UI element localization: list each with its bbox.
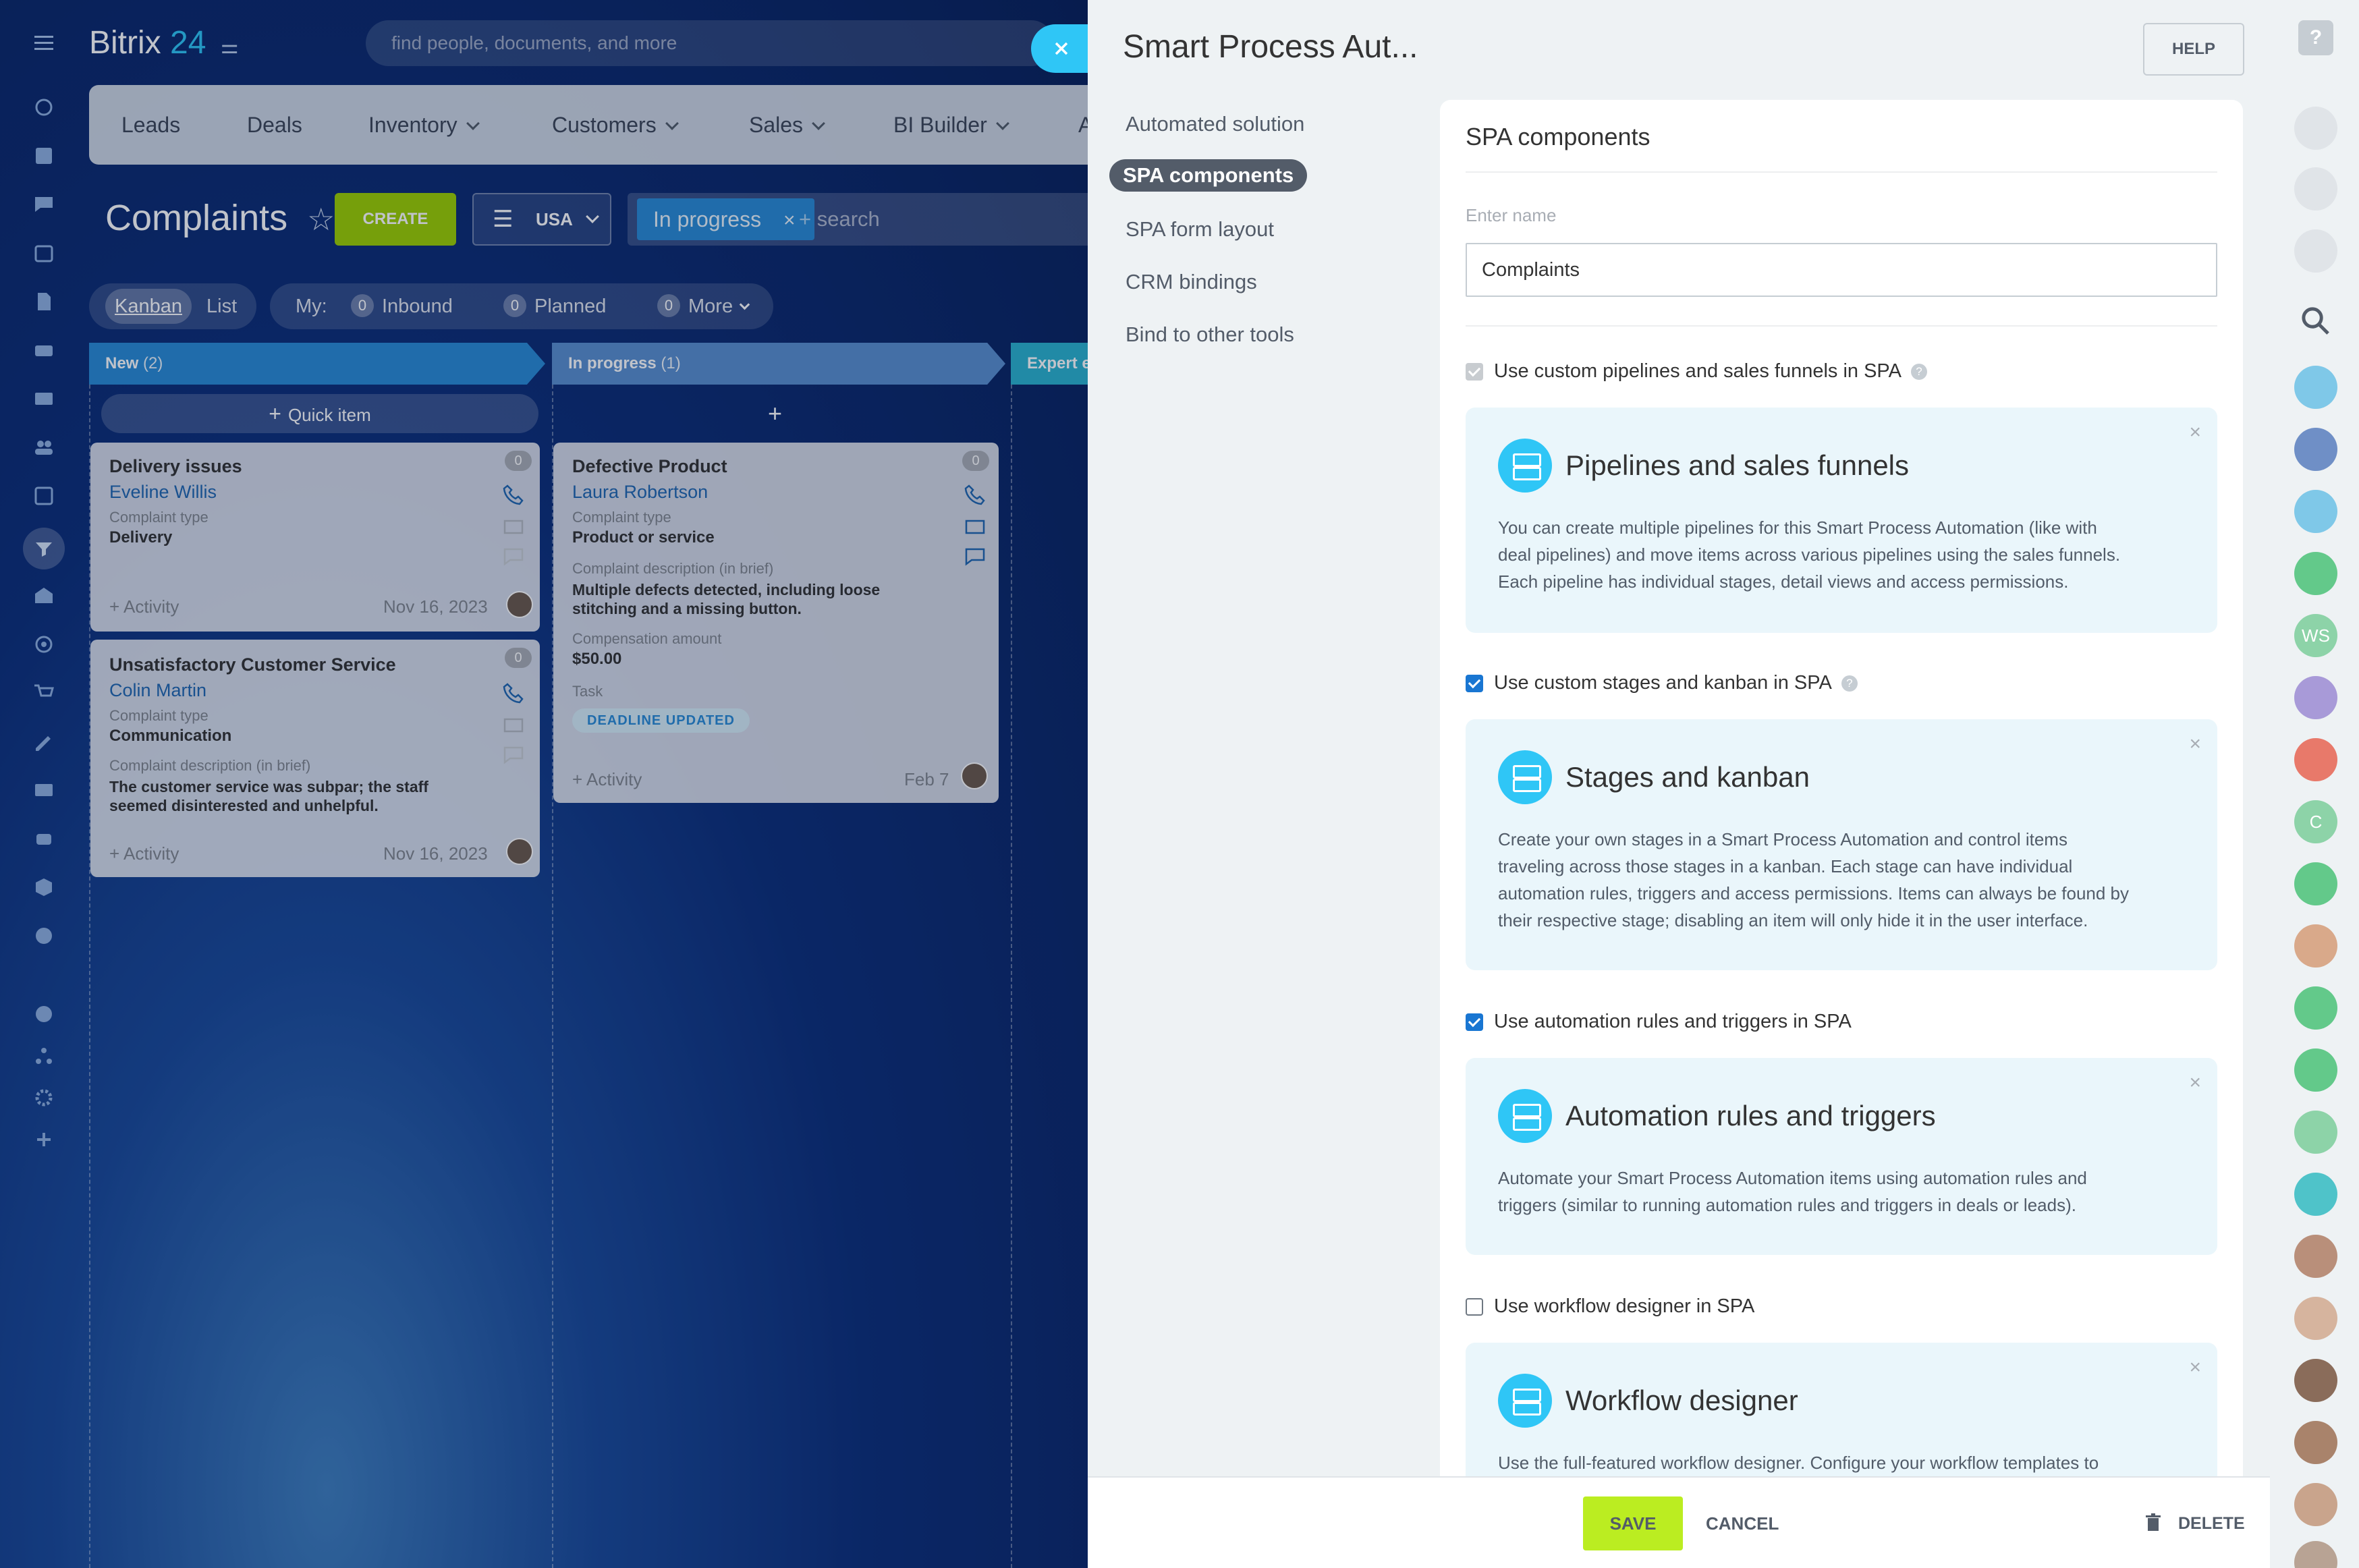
tasks-chat-icon[interactable] bbox=[2294, 1048, 2337, 1092]
menu-spa-form-layout[interactable]: SPA form layout bbox=[1126, 215, 1274, 244]
avatar[interactable] bbox=[2294, 1483, 2337, 1526]
pipelines-info-box: Pipelines and sales funnels × You can cr… bbox=[1466, 408, 2217, 633]
workflow-info-box: Workflow designer × Use the full-feature… bbox=[1466, 1343, 2217, 1476]
box-title: Stages and kanban bbox=[1565, 761, 1810, 793]
tasks-chat-icon[interactable] bbox=[2294, 366, 2337, 409]
avatar[interactable] bbox=[2294, 1541, 2337, 1568]
close-slider-button[interactable] bbox=[1031, 24, 1088, 73]
workflow-option-label: Use workflow designer in SPA bbox=[1494, 1295, 1755, 1317]
search-icon[interactable] bbox=[2297, 302, 2335, 340]
automation-info-box: Automation rules and triggers × Automate… bbox=[1466, 1058, 2217, 1255]
section-title: SPA components bbox=[1466, 123, 1650, 150]
automation-option-label: Use automation rules and triggers in SPA bbox=[1494, 1011, 1852, 1032]
stages-kanban-option[interactable]: Use custom stages and kanban in SPA? bbox=[1494, 671, 1858, 695]
box-title: Workflow designer bbox=[1565, 1384, 1798, 1416]
close-icon bbox=[1055, 42, 1068, 55]
box-line: Automate your Smart Process Automation i… bbox=[1498, 1168, 2087, 1188]
avatar[interactable] bbox=[2294, 1359, 2337, 1402]
stages-info-box: Stages and kanban × Create your own stag… bbox=[1466, 719, 2217, 970]
notifications-bell-icon[interactable] bbox=[2294, 167, 2337, 211]
menu-bind-to-other-tools[interactable]: Bind to other tools bbox=[1126, 320, 1294, 349]
close-icon[interactable]: × bbox=[2189, 421, 2201, 444]
lock-chat-icon[interactable] bbox=[2294, 986, 2337, 1030]
stages-icon bbox=[1498, 750, 1552, 804]
close-icon[interactable]: × bbox=[2189, 733, 2201, 756]
avatar[interactable] bbox=[2294, 1235, 2337, 1278]
stages-kanban-checkbox[interactable] bbox=[1466, 675, 1483, 692]
spa-components-card: SPA components Enter name Complaints Use… bbox=[1440, 100, 2243, 1476]
pipelines-icon bbox=[1498, 439, 1552, 493]
pipelines-checkbox[interactable] bbox=[1466, 363, 1483, 381]
spa-settings-panel: Smart Process Aut... HELP Automated solu… bbox=[1088, 0, 2270, 1568]
workflow-icon bbox=[1498, 1374, 1552, 1428]
help-icon[interactable]: ? bbox=[2298, 20, 2333, 55]
box-line: triggers (similar to running automation … bbox=[1498, 1195, 2076, 1215]
avatar[interactable] bbox=[2294, 1297, 2337, 1340]
automation-icon bbox=[1498, 1089, 1552, 1143]
trash-icon bbox=[2146, 1513, 2161, 1531]
delete-label: DELETE bbox=[2178, 1514, 2245, 1533]
group-chat-icon[interactable] bbox=[2294, 428, 2337, 471]
automation-rules-option[interactable]: Use automation rules and triggers in SPA bbox=[1494, 1009, 1852, 1034]
box-line: Each pipeline has individual stages, det… bbox=[1498, 571, 2069, 592]
c-chat-avatar[interactable]: C bbox=[2294, 800, 2337, 843]
chat-icon[interactable] bbox=[2294, 229, 2337, 273]
overlay-dim bbox=[0, 0, 1088, 1568]
box-line: You can create multiple pipelines for th… bbox=[1498, 517, 2097, 538]
video-call-icon[interactable] bbox=[2294, 1173, 2337, 1216]
contact-card-icon[interactable] bbox=[2294, 1111, 2337, 1154]
ws-chat-avatar[interactable]: WS bbox=[2294, 614, 2337, 657]
right-sidebar: ? WS C bbox=[2270, 0, 2359, 1568]
avatar[interactable] bbox=[2294, 1421, 2337, 1464]
name-field-label: Enter name bbox=[1466, 205, 1557, 225]
close-icon[interactable]: × bbox=[2189, 1071, 2201, 1094]
box-line: Create your own stages in a Smart Proces… bbox=[1498, 829, 2067, 849]
cancel-button[interactable]: CANCEL bbox=[1706, 1496, 1787, 1550]
users-chat-icon[interactable] bbox=[2294, 738, 2337, 781]
copilot-icon[interactable] bbox=[2294, 107, 2337, 150]
panel-title: Smart Process Aut... bbox=[1123, 29, 1418, 65]
box-line: automation rules, triggers and access pe… bbox=[1498, 883, 2130, 903]
help-hint-icon[interactable]: ? bbox=[1910, 364, 1927, 381]
avatar[interactable] bbox=[2294, 924, 2337, 968]
name-input[interactable]: Complaints bbox=[1466, 243, 2217, 297]
workflow-designer-option[interactable]: Use workflow designer in SPA bbox=[1494, 1294, 1754, 1318]
box-title: Automation rules and triggers bbox=[1565, 1100, 1936, 1131]
contact-card-icon[interactable] bbox=[2294, 676, 2337, 719]
automation-rules-checkbox[interactable] bbox=[1466, 1013, 1483, 1031]
box-description: Automate your Smart Process Automation i… bbox=[1498, 1165, 2186, 1219]
workflow-designer-checkbox[interactable] bbox=[1466, 1298, 1483, 1316]
menu-automated-solution[interactable]: Automated solution bbox=[1126, 109, 1304, 139]
box-description: Create your own stages in a Smart Proces… bbox=[1498, 826, 2186, 934]
box-line: their respective stage; disabling an ite… bbox=[1498, 910, 2088, 930]
box-title: Pipelines and sales funnels bbox=[1565, 449, 1910, 481]
menu-spa-components[interactable]: SPA components bbox=[1109, 159, 1308, 192]
help-hint-icon[interactable]: ? bbox=[1841, 675, 1858, 692]
delete-button[interactable]: DELETE bbox=[2142, 1496, 2245, 1550]
mail-chat-icon[interactable] bbox=[2294, 552, 2337, 595]
lock-chat-icon[interactable] bbox=[2294, 862, 2337, 905]
stages-option-label: Use custom stages and kanban in SPA bbox=[1494, 672, 1832, 694]
box-line: traveling across those stages in a kanba… bbox=[1498, 856, 2073, 876]
help-button[interactable]: HELP bbox=[2143, 23, 2244, 76]
pipelines-option-label: Use custom pipelines and sales funnels i… bbox=[1494, 360, 1902, 382]
box-line: deal pipelines) and move items across va… bbox=[1498, 544, 2121, 565]
panel-footer: SAVE CANCEL DELETE bbox=[1088, 1476, 2270, 1568]
close-icon[interactable]: × bbox=[2189, 1356, 2201, 1379]
pipelines-option[interactable]: Use custom pipelines and sales funnels i… bbox=[1494, 359, 1927, 383]
menu-crm-bindings[interactable]: CRM bindings bbox=[1126, 267, 1257, 297]
tasks-chat-icon[interactable] bbox=[2294, 490, 2337, 533]
box-line: Use the full-featured workflow designer.… bbox=[1498, 1453, 2099, 1473]
save-button[interactable]: SAVE bbox=[1583, 1496, 1683, 1550]
box-description: You can create multiple pipelines for th… bbox=[1498, 514, 2186, 595]
box-description: Use the full-featured workflow designer.… bbox=[1498, 1449, 2186, 1476]
